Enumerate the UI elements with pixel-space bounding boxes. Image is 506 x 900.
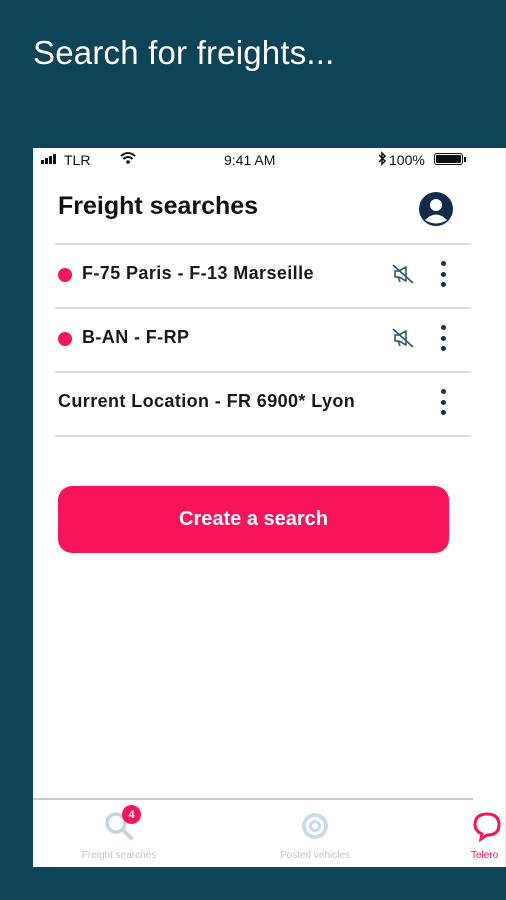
- battery-percent: 100%: [389, 152, 425, 168]
- search-item[interactable]: B-AN - F-RP: [55, 309, 471, 371]
- phone-screen: TLR 9:41 AM 100% Freight searches F-75 P…: [33, 148, 506, 867]
- status-bar: TLR 9:41 AM 100%: [33, 148, 473, 172]
- more-options-icon[interactable]: [438, 261, 448, 287]
- search-item[interactable]: Current Location - FR 6900* Lyon: [55, 373, 471, 435]
- create-search-button[interactable]: Create a search: [58, 486, 449, 553]
- tab-label: Freight searches: [81, 850, 157, 861]
- cell-signal-icon: [41, 154, 56, 164]
- chat-icon: [473, 812, 501, 843]
- divider: [55, 435, 471, 437]
- tab-posted-vehicles[interactable]: Posted vehicles: [250, 810, 380, 861]
- more-options-icon[interactable]: [438, 389, 448, 415]
- muted-megaphone-icon[interactable]: [391, 263, 415, 290]
- wifi-icon: [120, 151, 136, 168]
- muted-megaphone-icon[interactable]: [391, 327, 415, 354]
- search-item-label: Current Location - FR 6900* Lyon: [58, 391, 356, 411]
- battery-icon: [434, 153, 466, 165]
- tab-bar-divider: [33, 798, 473, 800]
- status-time: 9:41 AM: [224, 152, 276, 168]
- search-item-label: F-75 Paris - F-13 Marseille: [82, 263, 314, 283]
- more-options-icon[interactable]: [438, 325, 448, 351]
- profile-icon[interactable]: [418, 191, 454, 232]
- active-indicator-dot: [58, 332, 72, 346]
- tab-freight-searches[interactable]: 4 Freight searches: [54, 805, 184, 861]
- notification-badge: 4: [122, 805, 141, 824]
- tab-label: Posted vehicles: [279, 850, 351, 861]
- bluetooth-icon: [378, 151, 387, 169]
- search-item[interactable]: F-75 Paris - F-13 Marseille: [55, 245, 471, 307]
- tab-partial[interactable]: Telero: [471, 810, 506, 861]
- headline: Search for freights...: [33, 34, 335, 71]
- tab-label: Telero: [471, 850, 499, 861]
- carrier-name: TLR: [64, 152, 91, 168]
- page-title: Freight searches: [58, 192, 259, 220]
- active-indicator-dot: [58, 268, 72, 282]
- target-icon: [302, 813, 328, 839]
- search-item-label: B-AN - F-RP: [82, 327, 190, 347]
